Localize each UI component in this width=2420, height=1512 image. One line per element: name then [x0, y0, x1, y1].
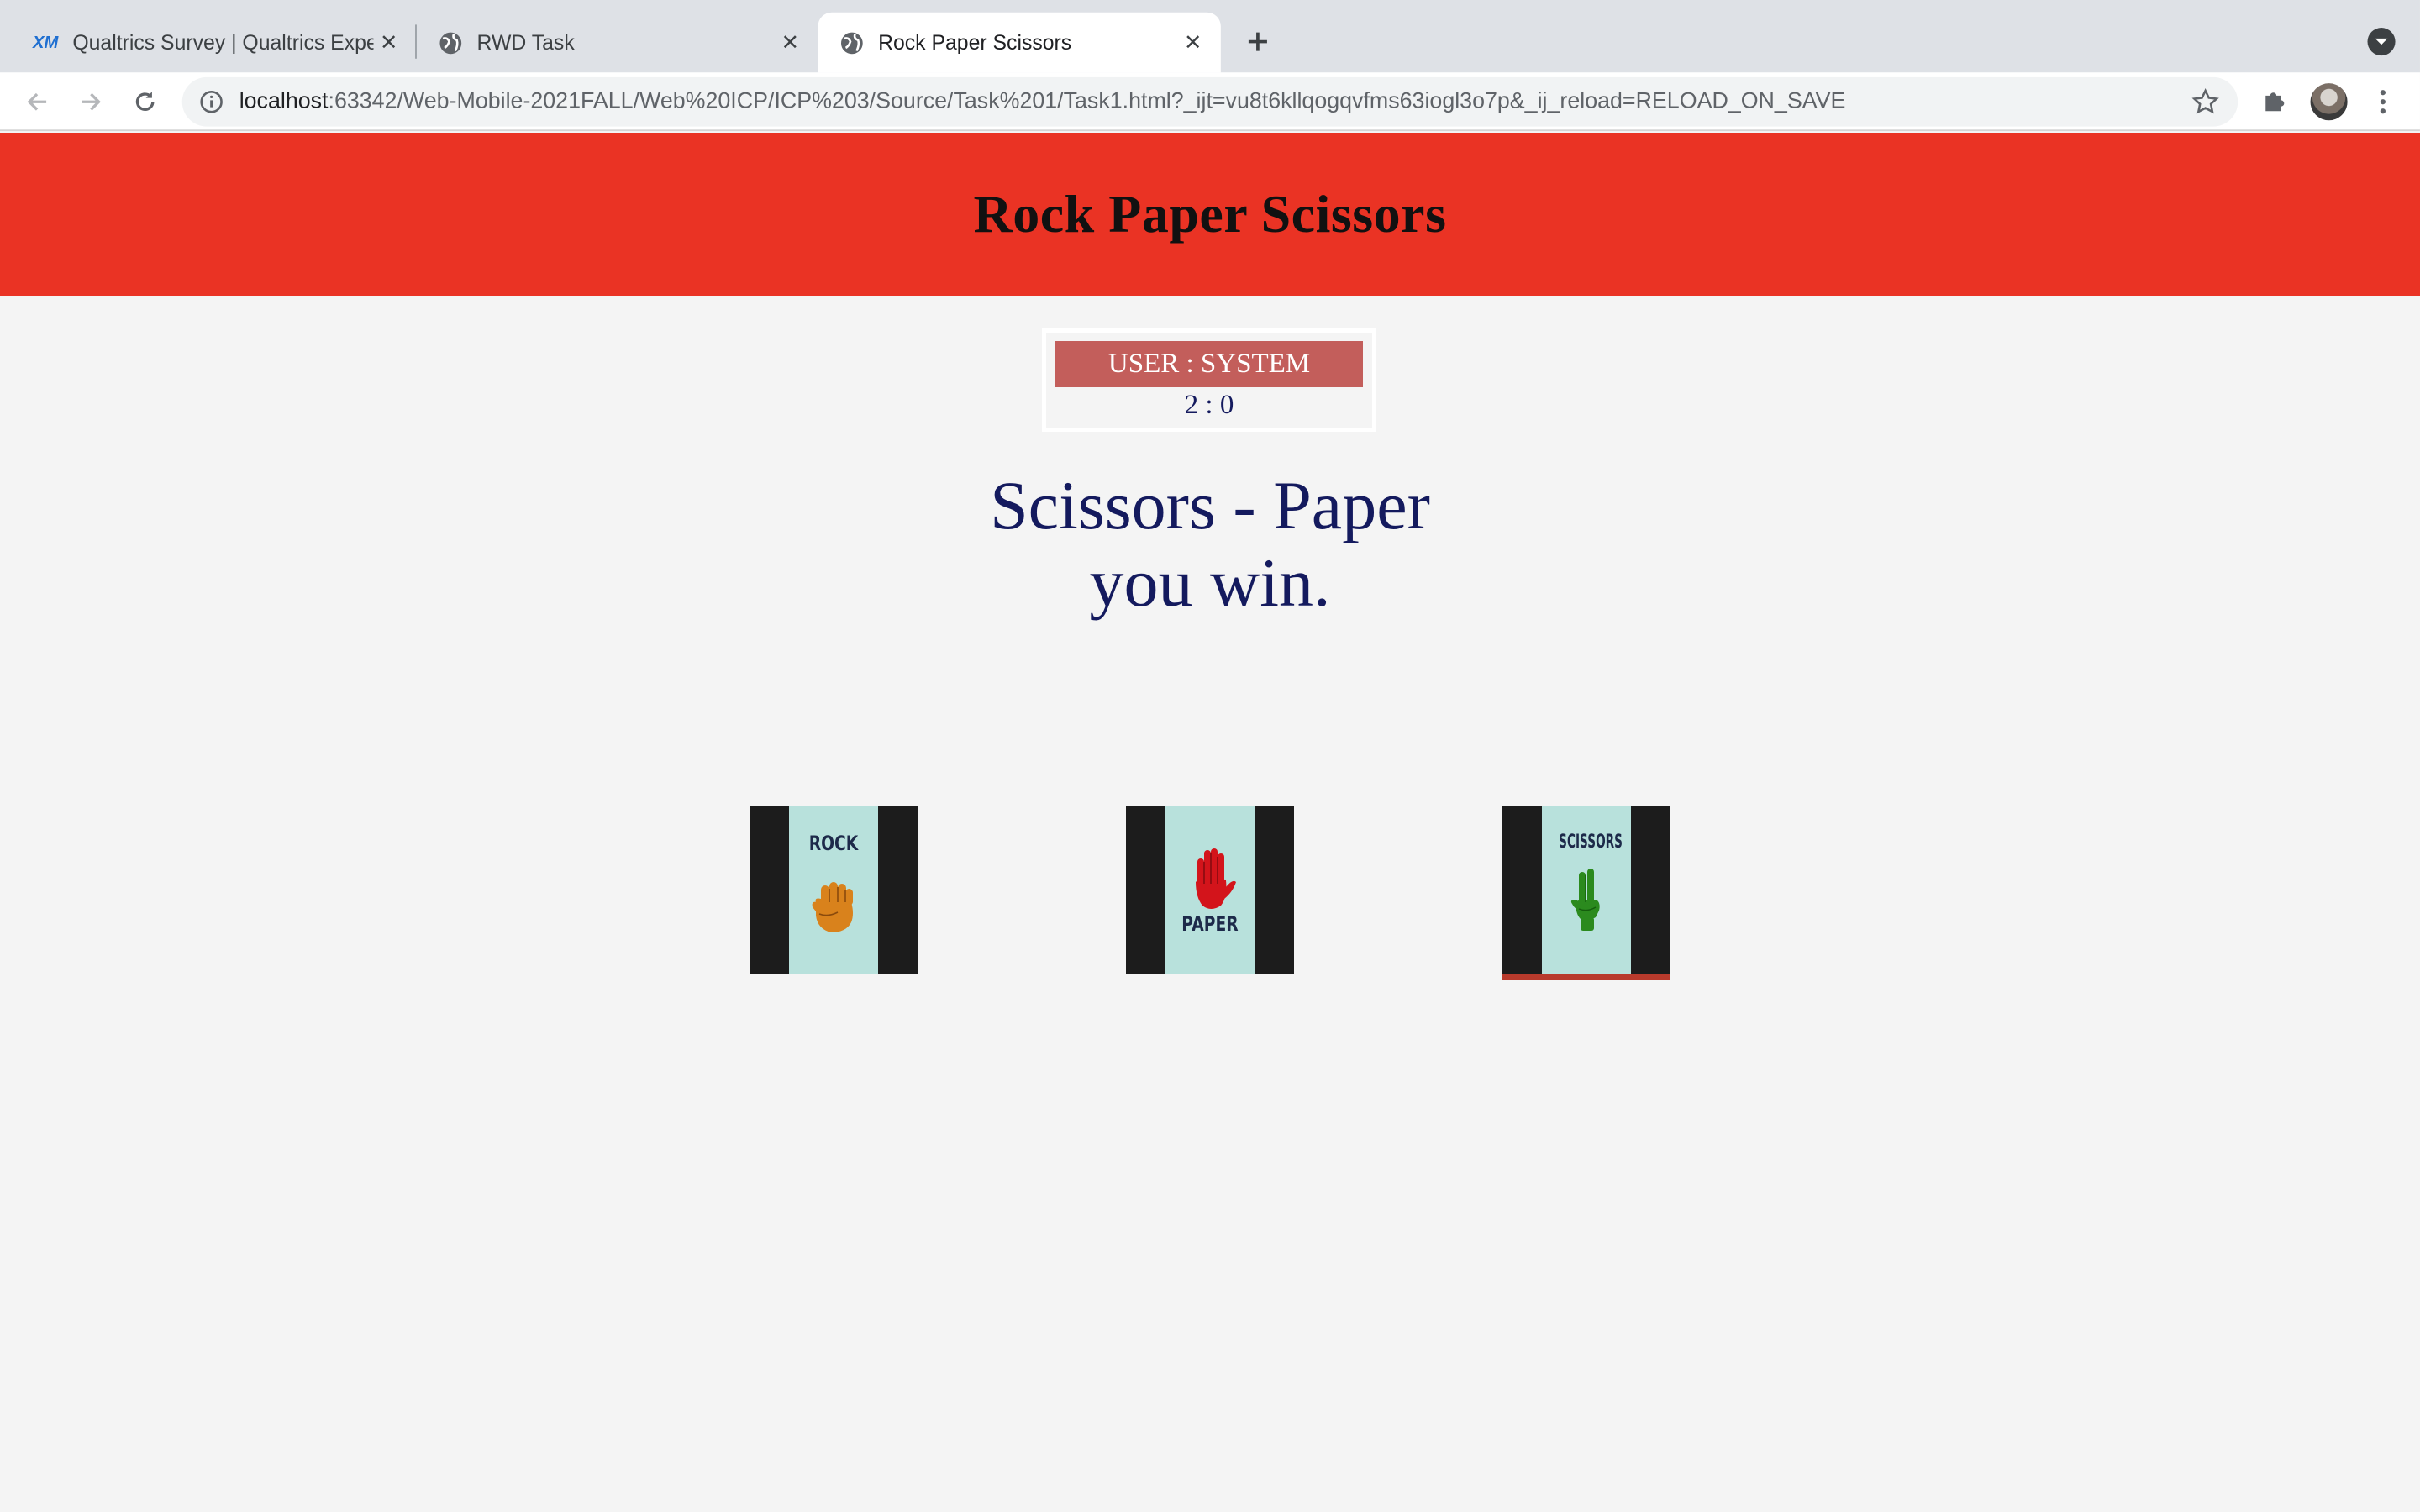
- scissors-card: SCISSORS: [1542, 806, 1631, 974]
- result-outcome: you win.: [1089, 544, 1331, 621]
- qualtrics-xm-text: XM: [33, 33, 59, 52]
- more-vert-icon[interactable]: [2367, 87, 2398, 118]
- bookmark-star-icon[interactable]: [2191, 88, 2219, 116]
- fist-icon: [812, 882, 853, 932]
- tab-rwd-task[interactable]: RWD Task ✕: [417, 13, 818, 73]
- rock-card: ROCK: [789, 806, 878, 974]
- profile-avatar[interactable]: [2310, 83, 2348, 121]
- arrow-right-icon: [82, 92, 101, 111]
- qualtrics-xm-icon: XM: [33, 29, 59, 55]
- close-tab-icon[interactable]: ✕: [775, 27, 806, 58]
- arrow-left-icon: [27, 92, 47, 111]
- tab-title: Qualtrics Survey | Qualtrics Experience …: [72, 30, 373, 55]
- globe-icon: [437, 29, 463, 55]
- close-tab-icon[interactable]: ✕: [373, 27, 404, 58]
- result-matchup: Scissors - Paper: [990, 467, 1430, 543]
- result-message: Scissors - Paper you win.: [0, 467, 2420, 622]
- open-hand-icon: [1196, 848, 1236, 909]
- reload-icon: [135, 92, 155, 111]
- scoreboard: USER : SYSTEM 2 : 0: [1042, 328, 1376, 432]
- paper-choice-button[interactable]: PAPER: [1126, 806, 1294, 974]
- back-button[interactable]: [17, 81, 57, 122]
- score-value: 2 : 0: [1184, 390, 1234, 420]
- puzzle-extensions-icon[interactable]: [2260, 87, 2291, 118]
- url-text[interactable]: localhost:63342/Web-Mobile-2021FALL/Web%…: [239, 90, 2191, 114]
- rock-choice-button[interactable]: ROCK: [750, 806, 918, 974]
- info-icon[interactable]: [199, 90, 224, 114]
- paper-label: PAPER: [1181, 912, 1239, 936]
- tab-title: RWD Task: [476, 30, 575, 55]
- plus-icon: [1248, 32, 1267, 51]
- globe-icon: [838, 29, 864, 55]
- tab-qualtrics[interactable]: XM Qualtrics Survey | Qualtrics Experien…: [13, 13, 417, 73]
- page-header: Rock Paper Scissors: [0, 133, 2420, 296]
- browser-toolbar: localhost:63342/Web-Mobile-2021FALL/Web%…: [0, 72, 2420, 132]
- score-label: USER : SYSTEM: [1055, 341, 1363, 387]
- scissors-label: SCISSORS: [1559, 832, 1623, 853]
- url-path: :63342/Web-Mobile-2021FALL/Web%20ICP/ICP…: [328, 89, 1846, 114]
- chevron-down-icon: [2375, 38, 2388, 45]
- paper-card: PAPER: [1165, 806, 1255, 974]
- new-tab-button[interactable]: [1238, 22, 1278, 62]
- address-bar[interactable]: localhost:63342/Web-Mobile-2021FALL/Web%…: [182, 76, 2238, 127]
- browser-chrome: XM Qualtrics Survey | Qualtrics Experien…: [0, 0, 2420, 133]
- close-tab-icon[interactable]: ✕: [1177, 27, 1208, 58]
- tab-title: Rock Paper Scissors: [878, 30, 1072, 55]
- reload-button[interactable]: [125, 81, 166, 122]
- tab-strip: XM Qualtrics Survey | Qualtrics Experien…: [0, 0, 2420, 73]
- rock-label: ROCK: [808, 832, 859, 855]
- tab-search-button[interactable]: [2367, 28, 2396, 56]
- peace-hand-icon: [1570, 869, 1600, 931]
- scissors-choice-button[interactable]: SCISSORS: [1502, 806, 1670, 980]
- page-content: Rock Paper Scissors USER : SYSTEM 2 : 0 …: [0, 133, 2420, 1512]
- url-host: localhost: [239, 89, 329, 114]
- page-title: Rock Paper Scissors: [973, 184, 1447, 244]
- tab-rock-paper-scissors[interactable]: Rock Paper Scissors ✕: [818, 12, 1221, 73]
- forward-button[interactable]: [71, 81, 111, 122]
